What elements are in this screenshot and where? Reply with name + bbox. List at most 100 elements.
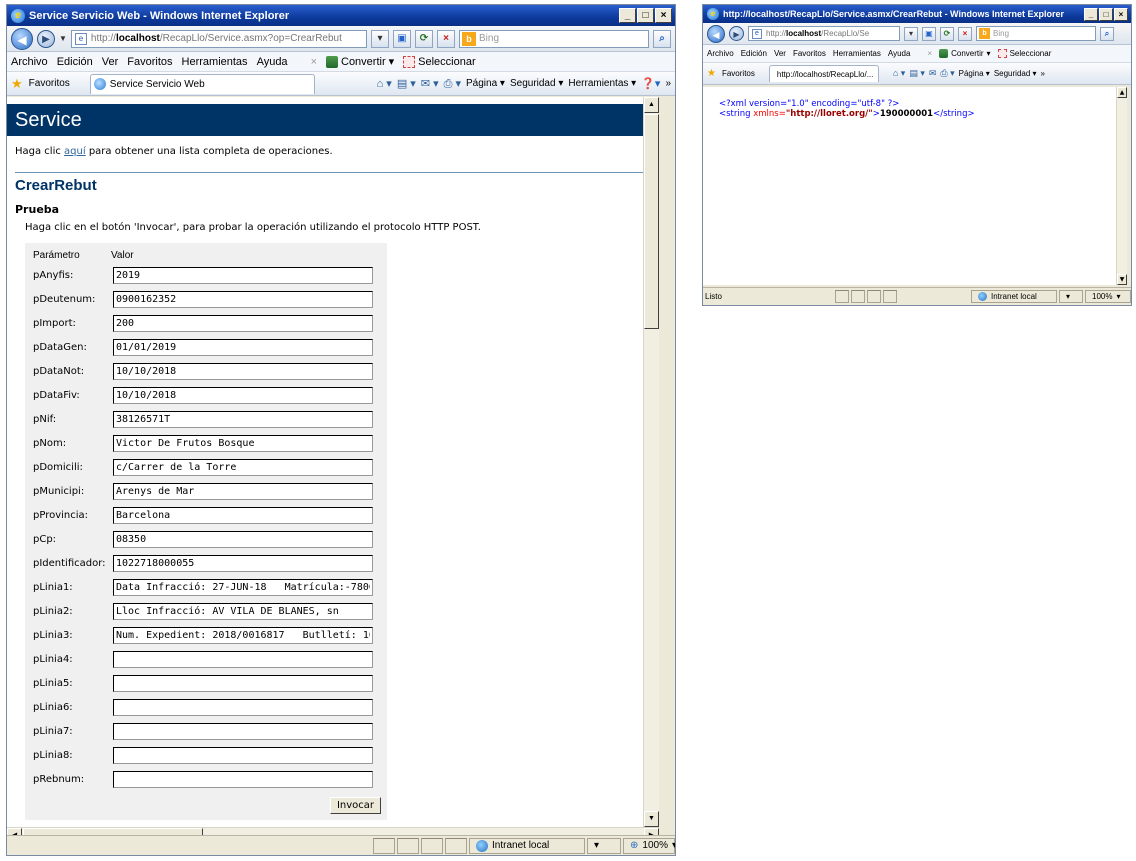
parameter-input[interactable] [113,746,373,764]
mail-icon[interactable]: ✉ ▾ [421,77,439,90]
minimize-button[interactable]: _ [1084,7,1098,21]
parameter-input[interactable] [113,410,373,428]
zoom-button[interactable]: ⊕ 100% ▾ [623,837,675,854]
parameter-input[interactable] [113,650,373,668]
parameter-input[interactable] [113,362,373,380]
parameter-input[interactable] [113,770,373,788]
operations-list-link[interactable]: aquí [64,146,86,157]
tab-result[interactable]: http://localhost/RecapLlo/... [768,65,879,82]
parameter-input[interactable] [113,314,373,332]
security-zone[interactable]: Intranet local [971,290,1057,303]
left-title-bar[interactable]: e Service Servicio Web - Windows Interne… [7,5,675,26]
scroll-down-button[interactable]: ▼ [644,811,659,827]
favorites-star-icon[interactable]: ★ [11,76,23,92]
back-button[interactable]: ◀ [707,24,725,43]
back-button[interactable]: ◀ [11,27,33,50]
security-menu[interactable]: Seguridad ▾ [510,78,563,89]
feeds-icon[interactable]: ▤ ▾ [909,68,925,79]
refresh-button[interactable]: ⟳ [940,26,954,41]
parameter-input[interactable] [113,338,373,356]
search-button[interactable]: ⌕ [653,29,671,48]
menu-ver[interactable]: Ver [102,56,119,68]
scroll-up-button[interactable]: ▲ [644,97,659,113]
select-button[interactable]: Seleccionar [997,49,1051,58]
parameter-input[interactable] [113,722,373,740]
scroll-down-button[interactable]: ▼ [1117,274,1127,285]
right-search-box[interactable]: b Bing [976,26,1096,41]
parameter-input[interactable] [113,698,373,716]
page-menu[interactable]: Página ▾ [959,69,990,78]
minimize-button[interactable]: _ [619,8,636,23]
refresh-button[interactable]: ⟳ [415,29,433,48]
protected-mode-button[interactable]: ▾ [587,837,621,854]
favorites-label[interactable]: Favoritos [29,78,70,89]
zoom-button[interactable]: 100% ▾ [1085,290,1131,303]
close-button[interactable]: × [655,8,672,23]
tab-service[interactable]: Service Servicio Web [89,73,315,94]
convert-button[interactable]: Convertir ▾ [939,49,991,58]
close-toolbar-icon[interactable]: × [311,56,317,68]
menu-herramientas[interactable]: Herramientas [833,49,881,58]
home-icon[interactable]: ⌂ ▾ [893,68,905,79]
chevron-more-icon[interactable]: » [1041,69,1045,78]
favorites-label[interactable]: Favoritos [722,69,755,78]
search-button[interactable]: ⌕ [1100,26,1114,41]
feeds-icon[interactable]: ▤ ▾ [397,77,416,90]
scroll-up-button[interactable]: ▲ [1117,87,1127,98]
chevron-more-icon[interactable]: » [665,78,671,89]
right-title-bar[interactable]: e http://localhost/RecapLlo/Service.asmx… [703,5,1131,23]
stop-button[interactable]: × [958,26,972,41]
forward-button[interactable]: ▶ [37,29,55,48]
scroll-thumb[interactable] [644,114,659,329]
invoke-button[interactable]: Invocar [329,797,381,814]
menu-archivo[interactable]: Archivo [11,56,48,68]
close-button[interactable]: × [1114,7,1128,21]
parameter-input[interactable] [113,578,373,596]
parameter-input[interactable] [113,626,373,644]
menu-ver[interactable]: Ver [774,49,786,58]
right-vertical-scrollbar[interactable]: ▲ ▼ [1116,87,1127,285]
menu-herramientas[interactable]: Herramientas [182,56,248,68]
maximize-button[interactable]: □ [1099,7,1113,21]
parameter-input[interactable] [113,674,373,692]
menu-favoritos[interactable]: Favoritos [127,56,172,68]
compatibility-view-button[interactable]: ▣ [922,26,936,41]
menu-archivo[interactable]: Archivo [707,49,734,58]
convert-button[interactable]: Convertir ▾ [326,55,394,68]
close-toolbar-icon[interactable]: × [927,49,932,58]
left-search-box[interactable]: b Bing [459,29,649,48]
right-address-field[interactable]: e http://localhost/RecapLlo/Se [748,26,900,41]
menu-favoritos[interactable]: Favoritos [793,49,826,58]
parameter-input[interactable] [113,506,373,524]
home-icon[interactable]: ⌂ ▾ [377,77,392,90]
maximize-button[interactable]: □ [637,8,654,23]
favorites-star-icon[interactable]: ★ [707,68,716,79]
left-address-field[interactable]: e http://localhost/RecapLlo/Service.asmx… [70,29,367,48]
parameter-input[interactable] [113,458,373,476]
left-vertical-scrollbar[interactable]: ▲ ▼ [643,97,659,827]
parameter-input[interactable] [113,290,373,308]
tools-menu[interactable]: Herramientas ▾ [568,78,636,89]
parameter-input[interactable] [113,530,373,548]
parameter-input[interactable] [113,434,373,452]
security-zone[interactable]: Intranet local [469,837,585,854]
security-menu[interactable]: Seguridad ▾ [994,69,1037,78]
print-icon[interactable]: ⎙ ▾ [940,68,954,79]
address-dropdown-button[interactable]: ▾ [904,26,918,41]
parameter-input[interactable] [113,386,373,404]
help-icon[interactable]: ❓▾ [641,77,660,90]
parameter-input[interactable] [113,554,373,572]
history-dropdown-icon[interactable]: ▼ [59,34,67,43]
menu-ayuda[interactable]: Ayuda [888,49,911,58]
parameter-input[interactable] [113,482,373,500]
stop-button[interactable]: × [437,29,455,48]
menu-edicion[interactable]: Edición [741,49,767,58]
protected-mode-button[interactable]: ▾ [1059,290,1083,303]
menu-ayuda[interactable]: Ayuda [257,56,288,68]
mail-icon[interactable]: ✉ [929,68,937,79]
parameter-input[interactable] [113,602,373,620]
print-icon[interactable]: ⎙ ▾ [444,77,461,91]
menu-edicion[interactable]: Edición [57,56,93,68]
address-dropdown-button[interactable]: ▾ [371,29,389,48]
page-menu[interactable]: Página ▾ [466,78,505,89]
